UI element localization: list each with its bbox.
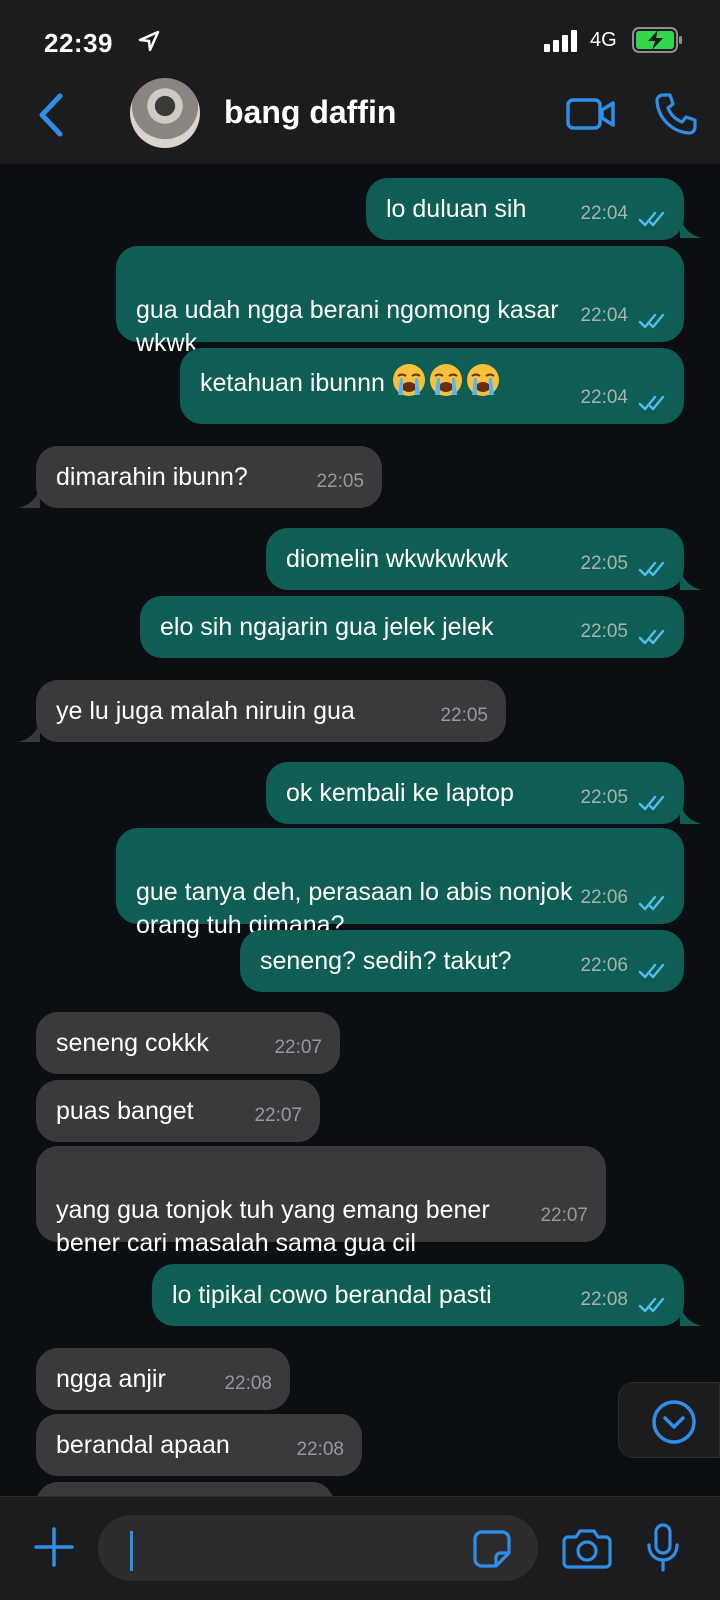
incoming-message[interactable]: dimarahin ibunn? 22:05 xyxy=(36,446,382,508)
outgoing-message[interactable]: lo duluan sih 22:04 xyxy=(366,178,684,240)
message-text: berandal apaan xyxy=(56,1431,230,1459)
message-time: 22:06 xyxy=(580,887,628,908)
battery-charging-icon xyxy=(632,27,682,53)
read-receipt-icon xyxy=(638,211,665,227)
location-arrow-icon xyxy=(138,30,160,52)
network-type-label: 4G xyxy=(590,29,617,51)
read-receipt-icon xyxy=(638,629,665,645)
outgoing-message[interactable]: ok kembali ke laptop 22:05 xyxy=(266,762,684,824)
message-text: ketahuan ibunnn xyxy=(200,369,385,397)
incoming-message[interactable]: seneng cokkk 22:07 xyxy=(36,1012,340,1074)
message-time: 22:05 xyxy=(580,553,628,574)
message-time: 22:04 xyxy=(580,387,628,408)
contact-name[interactable]: bang daffin xyxy=(224,94,396,131)
message-time: 22:08 xyxy=(224,1373,272,1394)
message-text: lo duluan sih xyxy=(386,195,527,223)
read-receipt-icon xyxy=(638,895,665,911)
outgoing-message[interactable]: gue tanya deh, perasaan lo abis nonjok o… xyxy=(116,828,684,939)
incoming-message[interactable]: ngga anjir 22:08 xyxy=(36,1348,290,1410)
message-text: elo sih ngajarin gua jelek jelek xyxy=(160,613,494,641)
message-text: ye lu juga malah niruin gua xyxy=(56,697,355,725)
message-time: 22:05 xyxy=(580,787,628,808)
incoming-message[interactable]: ye lu juga malah niruin gua 22:05 xyxy=(36,680,506,742)
microphone-button[interactable] xyxy=(646,1523,680,1573)
message-text: lo tipikal cowo berandal pasti xyxy=(172,1281,492,1309)
bubble-tail xyxy=(680,802,702,824)
message-time: 22:04 xyxy=(580,203,628,224)
message-time: 22:05 xyxy=(316,471,364,492)
message-time: 22:07 xyxy=(540,1205,588,1226)
back-button[interactable] xyxy=(32,90,72,140)
attach-button[interactable] xyxy=(32,1525,76,1569)
chevron-down-circle-icon xyxy=(652,1400,696,1444)
message-text: ok kembali ke laptop xyxy=(286,779,514,807)
read-receipt-icon xyxy=(638,795,665,811)
message-text: yang gua tonjok tuh yang emang bener ben… xyxy=(56,1196,490,1257)
read-receipt-icon xyxy=(638,395,665,411)
message-time: 22:07 xyxy=(274,1037,322,1058)
outgoing-message[interactable]: diomelin wkwkwkwk 22:05 xyxy=(266,528,684,590)
text-cursor xyxy=(130,1531,133,1571)
read-receipt-icon xyxy=(638,1297,665,1313)
bubble-tail xyxy=(18,486,40,508)
contact-avatar[interactable] xyxy=(130,78,200,148)
camera-button[interactable] xyxy=(562,1527,612,1569)
status-time: 22:39 xyxy=(44,28,113,58)
signal-strength-icon xyxy=(544,30,577,52)
read-receipt-icon xyxy=(638,561,665,577)
outgoing-message[interactable]: lo tipikal cowo berandal pasti 22:08 xyxy=(152,1264,684,1326)
message-time: 22:07 xyxy=(254,1105,302,1126)
message-time: 22:04 xyxy=(580,305,628,326)
voice-call-button[interactable] xyxy=(654,92,698,136)
read-receipt-icon xyxy=(638,313,665,329)
message-text: ngga anjir xyxy=(56,1365,166,1393)
incoming-message[interactable]: puas banget 22:07 xyxy=(36,1080,320,1142)
message-time: 22:05 xyxy=(580,621,628,642)
loudly-crying-face-icon xyxy=(392,364,425,396)
message-time: 22:08 xyxy=(296,1439,344,1460)
bubble-tail xyxy=(680,216,702,238)
outgoing-message[interactable]: gua udah ngga berani ngomong kasar wkwk … xyxy=(116,246,684,357)
read-receipt-icon xyxy=(638,963,665,979)
loudly-crying-face-icon xyxy=(429,364,462,396)
message-list[interactable]: lo duluan sih 22:04 gua udah ngga berani… xyxy=(0,164,720,1496)
sticker-button[interactable] xyxy=(472,1529,512,1569)
incoming-message-partial xyxy=(36,1482,334,1496)
message-text: dimarahin ibunn? xyxy=(56,463,248,491)
message-text: diomelin wkwkwkwk xyxy=(286,545,509,573)
bubble-tail xyxy=(680,568,702,590)
message-text: seneng cokkk xyxy=(56,1029,209,1057)
message-text: seneng? sedih? takut? xyxy=(260,947,512,975)
bubble-tail xyxy=(18,720,40,742)
message-composer xyxy=(0,1496,720,1600)
scroll-to-bottom-button[interactable] xyxy=(618,1382,720,1458)
outgoing-message[interactable]: ketahuan ibunnn 22:04 xyxy=(180,348,684,424)
chat-header: bang daffin xyxy=(0,66,720,164)
message-time: 22:06 xyxy=(580,955,628,976)
incoming-message[interactable]: yang gua tonjok tuh yang emang bener ben… xyxy=(36,1146,606,1257)
message-time: 22:08 xyxy=(580,1289,628,1310)
incoming-message[interactable]: berandal apaan 22:08 xyxy=(36,1414,362,1476)
outgoing-message[interactable]: seneng? sedih? takut? 22:06 xyxy=(240,930,684,992)
outgoing-message[interactable]: elo sih ngajarin gua jelek jelek 22:05 xyxy=(140,596,684,658)
message-time: 22:05 xyxy=(440,705,488,726)
loudly-crying-face-icon xyxy=(466,364,499,396)
message-text: puas banget xyxy=(56,1097,194,1125)
status-bar: 22:39 4G xyxy=(0,0,720,66)
video-call-button[interactable] xyxy=(566,96,616,132)
bubble-tail xyxy=(680,1304,702,1326)
